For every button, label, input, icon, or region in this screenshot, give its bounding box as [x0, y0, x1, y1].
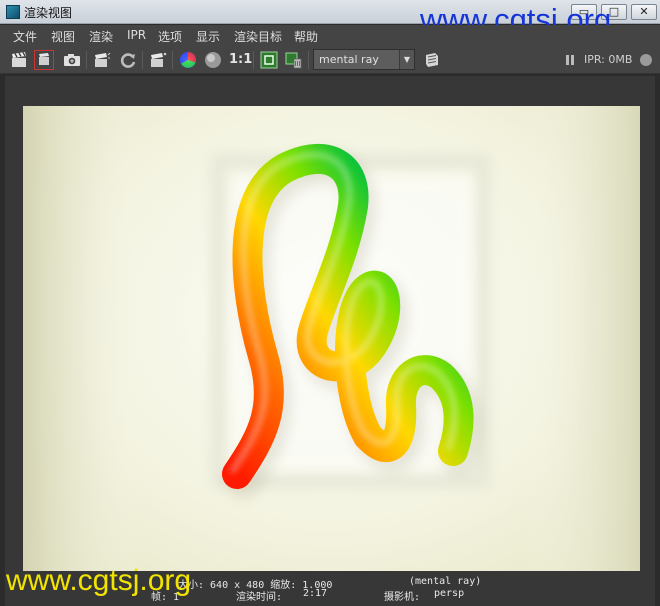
- menu-file[interactable]: 文件: [13, 28, 37, 45]
- rendered-scene: [23, 106, 640, 571]
- rendered-image: [23, 106, 640, 571]
- window-title: 渲染视图: [24, 6, 73, 20]
- menu-render-target[interactable]: 渲染目标: [234, 28, 282, 45]
- menu-bar: 文件 视图 渲染 IPR 选项 显示 渲染目标 帮助: [0, 25, 660, 46]
- menu-options[interactable]: 选项: [158, 28, 182, 45]
- ipr-render-icon[interactable]: [93, 51, 111, 69]
- close-button[interactable]: ✕: [631, 4, 657, 20]
- clapboard-render-icon[interactable]: [10, 51, 28, 69]
- pause-ipr-icon[interactable]: [563, 51, 577, 69]
- render-time-value: 2:17: [303, 588, 328, 599]
- watermark-bottom: www.cgtsj.org: [6, 564, 192, 597]
- toolbar: 1:1 mental ray ▼ IPR: 0MB: [0, 46, 660, 74]
- remove-image-icon[interactable]: [285, 51, 303, 69]
- renderer-tag: (mental ray): [409, 576, 482, 587]
- snapshot-camera-icon[interactable]: [63, 51, 81, 69]
- rgb-channels-icon[interactable]: [179, 51, 197, 69]
- maya-app-icon: [6, 5, 20, 19]
- render-time-label: 渲染时间:: [236, 592, 283, 603]
- camera-value: persp: [434, 588, 465, 599]
- render-sequence-icon[interactable]: [149, 51, 167, 69]
- menu-ipr[interactable]: IPR: [127, 28, 146, 42]
- render-viewport[interactable]: [5, 76, 655, 606]
- menu-render[interactable]: 渲染: [89, 28, 113, 45]
- menu-view[interactable]: 视图: [51, 28, 75, 45]
- renderer-dropdown[interactable]: mental ray ▼: [313, 49, 415, 70]
- render-settings-icon[interactable]: [423, 51, 441, 69]
- menu-help[interactable]: 帮助: [294, 28, 318, 45]
- camera-label: 摄影机:: [384, 592, 421, 603]
- menu-display[interactable]: 显示: [196, 28, 220, 45]
- render-region-icon[interactable]: [34, 50, 54, 70]
- alpha-channel-icon[interactable]: [204, 51, 222, 69]
- real-size-button[interactable]: 1:1: [229, 52, 252, 67]
- chevron-down-icon: ▼: [399, 50, 414, 69]
- keep-image-icon[interactable]: [260, 51, 278, 69]
- renderer-value: mental ray: [319, 53, 379, 66]
- ipr-stop-icon[interactable]: [638, 51, 654, 69]
- ipr-memory-status: IPR: 0MB: [584, 53, 633, 66]
- refresh-ipr-icon[interactable]: [119, 51, 137, 69]
